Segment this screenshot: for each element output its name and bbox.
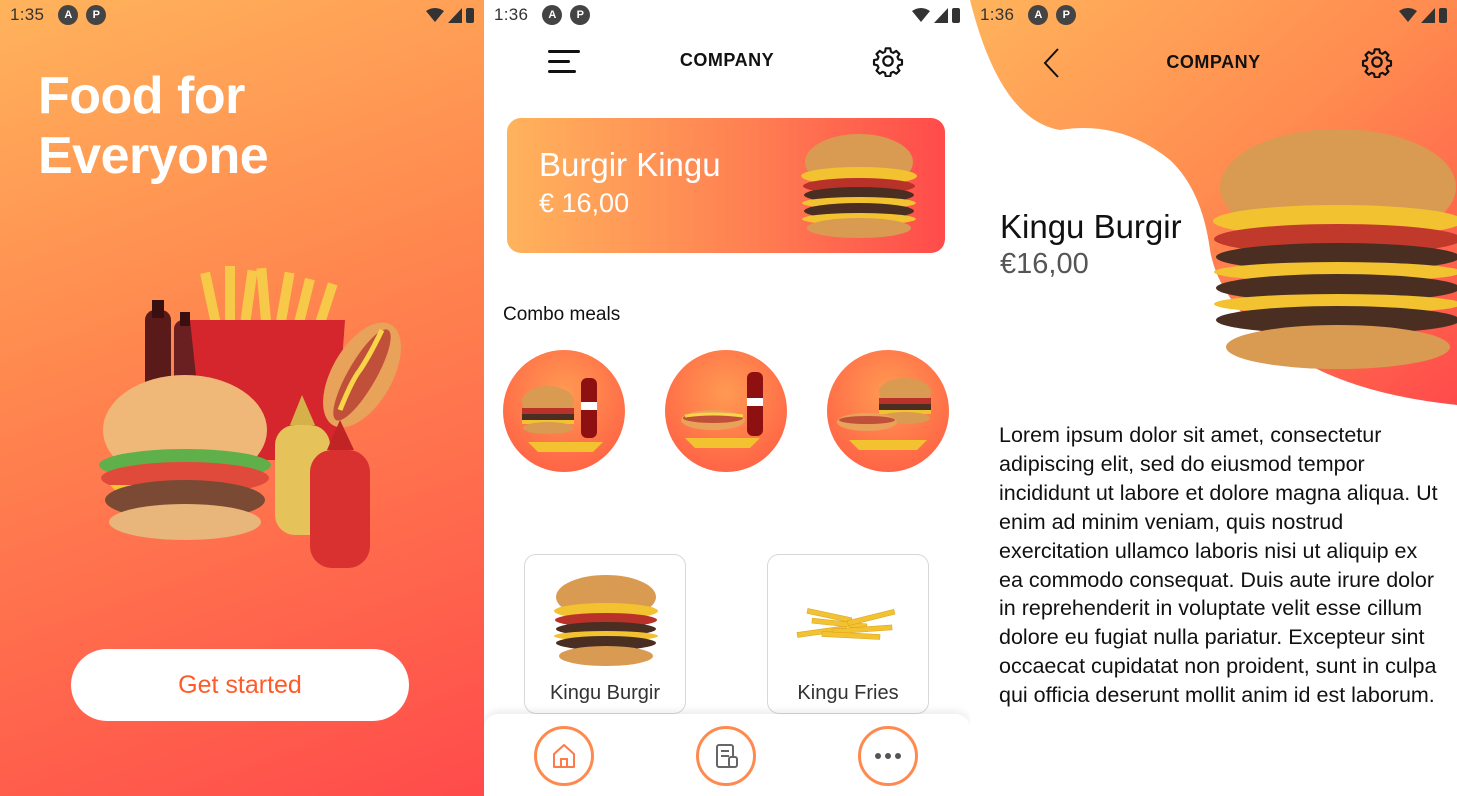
status-time: 1:35	[10, 5, 45, 24]
get-started-button[interactable]: Get started	[71, 649, 409, 721]
burger-image	[801, 134, 917, 238]
home-icon	[553, 744, 575, 768]
promo-price: € 16,00	[539, 188, 630, 218]
status-bar: 1:35 A P	[0, 0, 484, 30]
product-price: €16,00	[1000, 248, 1089, 280]
hero-title: Food for Everyone	[38, 67, 269, 185]
battery-icon	[466, 7, 474, 23]
burger-image	[554, 575, 658, 666]
signal-icon	[1421, 7, 1435, 23]
top-app-bar: COMPANY	[484, 40, 970, 84]
product-card-label: Kingu Burgir	[549, 682, 661, 704]
product-name: Kingu Burgir	[1000, 208, 1182, 245]
gear-icon[interactable]	[872, 45, 904, 77]
signal-icon	[448, 7, 462, 23]
product-card-kingu-fries[interactable]: Kingu Fries	[767, 554, 929, 714]
nav-home-button[interactable]	[534, 726, 594, 786]
promo-name: Burgir Kingu	[539, 146, 721, 183]
fries-image	[796, 608, 896, 640]
play-notification-icon: P	[86, 5, 107, 25]
combo-item-burger-cola[interactable]	[503, 350, 625, 472]
product-detail-screen: 1:36 A P COMPANY Kingu Burgir €16,00 Lor…	[970, 0, 1457, 796]
product-card-kingu-burgir[interactable]: Kingu Burgir	[524, 554, 686, 714]
combo-item-burger-hotdog[interactable]	[827, 350, 949, 472]
wifi-icon	[912, 7, 930, 22]
bottom-navigation	[484, 714, 970, 796]
burger-image	[1213, 129, 1457, 369]
status-bar: 1:36 A P	[970, 0, 1457, 30]
status-time: 1:36	[494, 5, 529, 24]
nav-orders-button[interactable]	[696, 726, 756, 786]
more-icon	[875, 753, 901, 759]
status-time: 1:36	[980, 5, 1015, 24]
onboarding-screen: 1:35 A P Food for Everyone Get started	[0, 0, 484, 796]
product-description: Lorem ipsum dolor sit amet, consectetur …	[999, 423, 1438, 708]
play-notification-icon: P	[570, 5, 591, 25]
app-notification-icon: A	[542, 5, 563, 25]
wifi-icon	[1399, 7, 1417, 22]
section-title-combo-meals: Combo meals	[503, 304, 621, 325]
battery-icon	[952, 7, 960, 23]
product-card-label: Kingu Fries	[797, 682, 899, 704]
combo-image	[837, 378, 931, 450]
nav-more-button[interactable]	[858, 726, 918, 786]
signal-icon	[934, 7, 948, 23]
combo-image	[522, 378, 603, 452]
combo-item-hotdog-cola[interactable]	[665, 350, 787, 472]
home-screen: 1:36 A P COMPANY Burgir Kingu € 16,00 Co…	[484, 0, 970, 796]
orders-icon	[716, 744, 738, 768]
app-notification-icon: A	[58, 5, 79, 25]
app-notification-icon: A	[1028, 5, 1049, 25]
play-notification-icon: P	[1056, 5, 1077, 25]
gear-icon[interactable]	[1361, 46, 1393, 78]
combo-image	[681, 372, 763, 448]
wifi-icon	[426, 7, 444, 22]
featured-promo-card[interactable]: Burgir Kingu € 16,00	[507, 118, 945, 253]
status-bar: 1:36 A P	[484, 0, 970, 30]
food-illustration	[99, 266, 401, 568]
battery-icon	[1439, 7, 1447, 23]
